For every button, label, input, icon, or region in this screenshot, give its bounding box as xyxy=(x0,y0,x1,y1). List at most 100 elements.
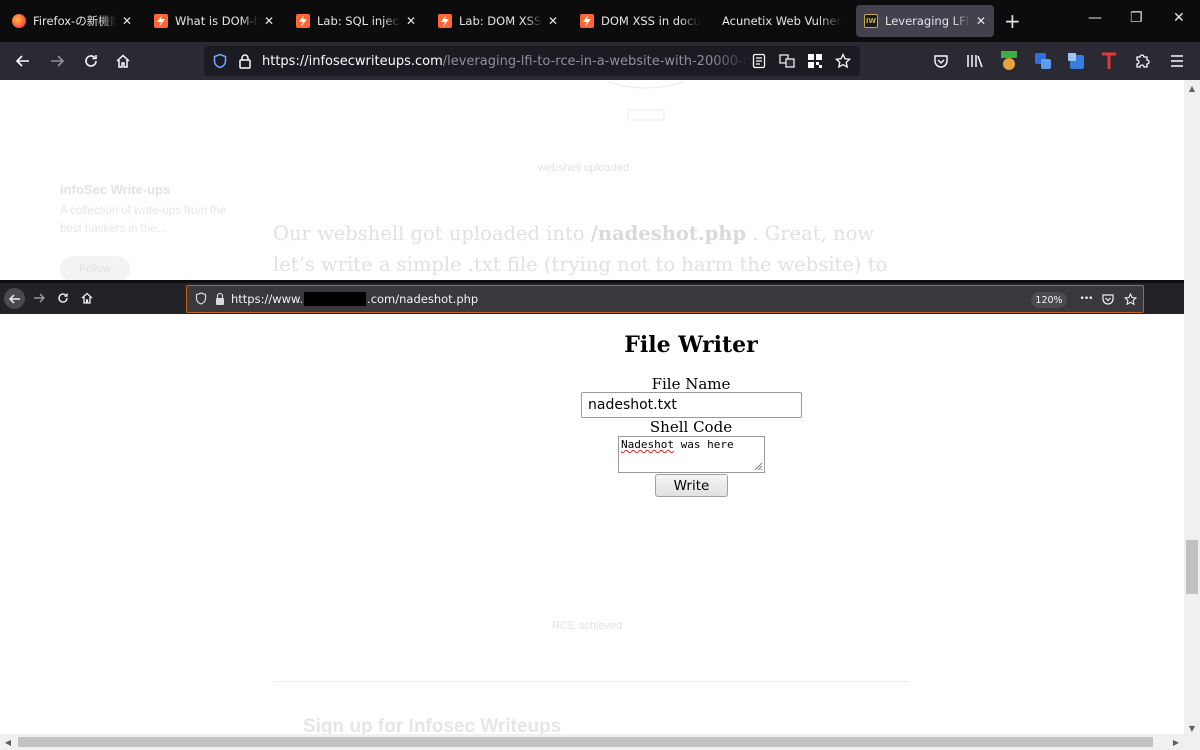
bookmark-star-icon[interactable] xyxy=(834,52,852,70)
forward-arrow-icon xyxy=(30,289,48,307)
tab-what-is-dom-based[interactable]: What is DOM-based ✕ xyxy=(146,5,282,37)
translate-icon[interactable] xyxy=(778,52,796,70)
tab-acunetix[interactable]: Acunetix Web Vulnera xyxy=(714,5,850,37)
tab-title: Firefox-の新機能 xyxy=(33,14,116,28)
burp-lightning-icon xyxy=(438,14,452,28)
tab-title: Acunetix Web Vulnera xyxy=(722,14,842,28)
extension-localization-icon[interactable] xyxy=(999,51,1019,71)
scroll-right-arrow-icon[interactable]: ▶ xyxy=(1168,734,1184,750)
scroll-left-arrow-icon[interactable]: ◀ xyxy=(0,734,16,750)
publication-title[interactable]: InfoSec Write-ups xyxy=(60,182,170,197)
close-tab-icon[interactable]: ✕ xyxy=(264,14,274,28)
tab-title: DOM XSS in docu xyxy=(601,14,700,28)
qr-code-icon[interactable] xyxy=(806,52,824,70)
close-tab-icon[interactable]: ✕ xyxy=(976,14,986,28)
scroll-up-arrow-icon[interactable]: ▲ xyxy=(1184,80,1200,96)
close-tab-icon[interactable]: ✕ xyxy=(548,14,558,28)
publication-description: A collection of write-ups from the best … xyxy=(60,205,227,235)
faded-diagram-image xyxy=(607,81,685,121)
tab-dom-xss-in-document[interactable]: DOM XSS in docu xyxy=(572,5,708,37)
tab-lab-dom-xss[interactable]: Lab: DOM XSS in d ✕ xyxy=(430,5,566,37)
restore-window-button[interactable]: ❐ xyxy=(1130,10,1143,26)
image-caption-bottom: RCE achieved xyxy=(552,620,623,632)
extensions-puzzle-icon[interactable] xyxy=(1133,51,1153,71)
pocket-icon xyxy=(1101,291,1115,307)
shell-code-rest: was here xyxy=(673,438,734,451)
tab-strip: Firefox-の新機能 ✕ What is DOM-based ✕ Lab: … xyxy=(0,0,1200,42)
address-bar-actions xyxy=(750,52,852,70)
horizontal-scrollbar[interactable]: ◀ ▶ xyxy=(0,734,1184,750)
vertical-scrollbar[interactable]: ▲ ▼ xyxy=(1184,80,1200,736)
library-icon[interactable] xyxy=(965,51,985,71)
close-tab-icon[interactable]: ✕ xyxy=(122,14,132,28)
follow-button[interactable]: Follow xyxy=(60,256,130,282)
redacted-domain xyxy=(304,292,367,306)
embedded-browser-toolbar: https://www. .com/nadeshot.php 120% ••• xyxy=(0,280,1184,314)
tab-title: Lab: DOM XSS in d xyxy=(459,14,542,28)
reload-icon xyxy=(54,289,72,307)
pocket-icon[interactable] xyxy=(931,51,951,71)
url-host: https://infosecwriteups.com xyxy=(262,53,443,69)
embedded-screenshot: https://www. .com/nadeshot.php 120% ••• F… xyxy=(0,280,1184,720)
tab-title: What is DOM-based xyxy=(175,14,258,28)
home-icon[interactable] xyxy=(112,50,134,72)
shell-code-textarea[interactable]: Nadeshot was here xyxy=(618,436,765,473)
burp-lightning-icon xyxy=(580,14,594,28)
file-name-label: File Name xyxy=(651,375,731,393)
tab-firefox-new-features[interactable]: Firefox-の新機能 ✕ xyxy=(4,5,140,37)
embedded-url-text: https://www. .com/nadeshot.php xyxy=(231,292,478,306)
home-icon xyxy=(78,289,96,307)
url-suffix: .com/nadeshot.php xyxy=(367,292,479,306)
forward-arrow-icon[interactable] xyxy=(46,50,68,72)
embedded-url-actions: ••• xyxy=(1079,291,1137,307)
url-prefix: https://www. xyxy=(231,292,304,306)
close-window-button[interactable]: ✕ xyxy=(1173,10,1185,26)
reader-view-icon[interactable] xyxy=(750,52,768,70)
zoom-level-badge: 120% xyxy=(1031,292,1067,308)
translator-extension-icon[interactable] xyxy=(1033,51,1053,71)
hamburger-menu-icon[interactable] xyxy=(1167,51,1187,71)
lock-icon xyxy=(216,292,224,305)
tab-leveraging-lfi-active[interactable]: IW Leveraging LFI to ✕ xyxy=(856,5,994,37)
google-translate-extension-icon[interactable] xyxy=(1066,51,1086,71)
bookmark-star-icon xyxy=(1123,291,1137,307)
write-button[interactable]: Write xyxy=(655,474,728,497)
back-arrow-icon xyxy=(4,288,25,309)
horizontal-scroll-thumb[interactable] xyxy=(18,737,1153,747)
burp-lightning-icon xyxy=(154,14,168,28)
file-writer-heading: File Writer xyxy=(624,332,758,358)
tab-title: Leveraging LFI to xyxy=(885,14,970,28)
image-caption-top: webshell uploaded xyxy=(538,162,630,174)
paragraph-part-1: Our webshell got uploaded into xyxy=(273,222,591,245)
section-divider xyxy=(273,681,910,682)
paragraph-bold-path: /nadeshot.php xyxy=(590,222,747,245)
embedded-address-bar: https://www. .com/nadeshot.php 120% ••• xyxy=(186,285,1144,313)
close-tab-icon[interactable]: ✕ xyxy=(406,14,416,28)
more-actions-icon: ••• xyxy=(1079,294,1094,304)
file-name-input[interactable]: nadeshot.txt xyxy=(581,392,802,418)
vertical-scroll-thumb[interactable] xyxy=(1186,540,1198,594)
shell-code-first-word: Nadeshot xyxy=(621,438,674,451)
t-extension-icon[interactable] xyxy=(1099,51,1119,71)
new-tab-button[interactable]: + xyxy=(1004,9,1021,33)
resize-grip-icon[interactable] xyxy=(754,462,763,471)
shell-code-label: Shell Code xyxy=(649,418,733,436)
tracking-protection-shield-icon[interactable] xyxy=(212,53,228,69)
lock-icon[interactable] xyxy=(238,53,252,69)
minimize-window-button[interactable]: — xyxy=(1088,10,1102,26)
infosec-writeups-icon: IW xyxy=(864,14,878,28)
tracking-protection-shield-icon xyxy=(195,292,207,305)
back-arrow-icon[interactable] xyxy=(12,50,34,72)
signup-heading: Sign up for Infosec Writeups xyxy=(303,716,562,736)
tab-title: Lab: SQL injection xyxy=(317,14,400,28)
url-text[interactable]: https://infosecwriteups.com/leveraging-l… xyxy=(262,54,750,69)
firefox-icon xyxy=(12,14,26,28)
url-path: /leveraging-lfi-to-rce-in-a-website-with… xyxy=(442,53,750,69)
scrollbar-corner xyxy=(1184,734,1200,750)
tab-lab-sql-injection[interactable]: Lab: SQL injection ✕ xyxy=(288,5,424,37)
burp-lightning-icon xyxy=(296,14,310,28)
address-bar[interactable]: https://infosecwriteups.com/leveraging-l… xyxy=(204,46,860,76)
reload-icon[interactable] xyxy=(80,50,102,72)
article-page: webshell uploaded InfoSec Write-ups A co… xyxy=(0,80,1184,736)
navigation-toolbar: https://infosecwriteups.com/leveraging-l… xyxy=(0,42,1200,97)
